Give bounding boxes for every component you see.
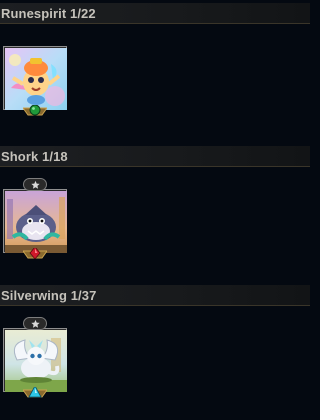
- card-portrait: [3, 46, 67, 110]
- little-legend-card-runespirit[interactable]: [3, 42, 67, 116]
- section-title: Silverwing 1/37: [1, 288, 97, 303]
- rarity-plinth: [23, 387, 47, 398]
- card-portrait: [3, 189, 67, 253]
- rarity-plinth: [23, 105, 47, 116]
- section-header: Silverwing 1/37: [0, 285, 310, 306]
- card-portrait: [3, 328, 67, 392]
- section-title: Runespirit 1/22: [1, 6, 96, 21]
- silverwing-portrait: [5, 330, 67, 392]
- shork-portrait: [5, 191, 67, 253]
- runespirit-portrait: [5, 48, 67, 110]
- collection-list: Runespirit 1/22 Shork 1/18 Silverwing 1/…: [0, 0, 310, 420]
- section-shork: Shork 1/18: [0, 143, 310, 282]
- little-legend-card-shork[interactable]: [3, 178, 67, 259]
- section-runespirit: Runespirit 1/22: [0, 0, 310, 139]
- section-title: Shork 1/18: [1, 149, 68, 164]
- star-badge: [23, 178, 47, 191]
- section-header: Runespirit 1/22: [0, 3, 310, 24]
- section-silverwing: Silverwing 1/37: [0, 282, 310, 420]
- little-legend-card-silverwing[interactable]: [3, 317, 67, 398]
- rarity-plinth: [23, 248, 47, 259]
- star-badge: [23, 317, 47, 330]
- rarity-gem-icon: [29, 105, 41, 116]
- section-header: Shork 1/18: [0, 146, 310, 167]
- star-icon: [31, 180, 40, 189]
- star-icon: [31, 319, 40, 328]
